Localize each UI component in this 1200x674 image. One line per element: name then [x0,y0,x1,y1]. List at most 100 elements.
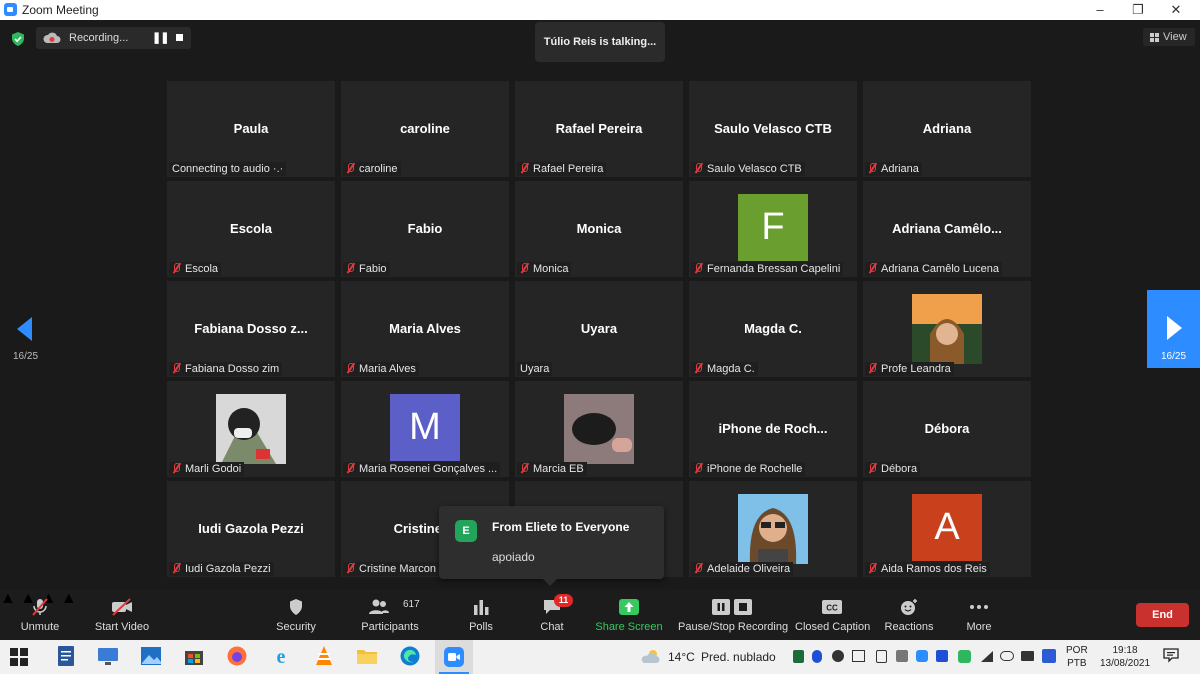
zoom-tray-icon[interactable] [916,650,928,662]
participants-button[interactable]: 617 Participants [355,590,425,640]
participant-tile[interactable]: Fabio Fabio [341,181,509,277]
chat-message: apoiado [492,550,535,564]
participant-tile[interactable]: Paula Connecting to audio ·.· [167,81,335,177]
tray-app-icon-5[interactable] [896,650,908,662]
previous-page-button[interactable]: 16/25 [0,290,50,370]
polls-button[interactable]: Polls [460,590,502,640]
participants-label: Participants [361,621,419,633]
microphone-muted-icon [346,163,355,173]
battery-icon[interactable] [1000,651,1014,661]
participant-name-label: Aida Ramos dos Reis [865,562,990,576]
participant-name-label: Adriana Camêlo Lucena [865,262,1003,276]
view-button[interactable]: View [1143,28,1195,46]
file-explorer-icon[interactable] [356,645,378,667]
participant-tile[interactable]: Monica Monica [515,181,683,277]
microphone-muted-icon [694,263,703,273]
participant-tile[interactable]: Rafael Pereira Rafael Pereira [515,81,683,177]
participant-name-label: Fernanda Bressan Capelini [691,262,844,276]
weather-temperature[interactable]: 14°C [668,650,695,664]
more-button[interactable]: More [955,590,1003,640]
closed-caption-button[interactable]: CC Closed Caption [795,590,870,640]
photos-icon[interactable] [140,645,162,667]
speaker-icon[interactable] [1021,651,1034,661]
participant-tile[interactable]: Débora Débora [863,381,1031,477]
participants-icon [369,599,389,614]
edge-icon[interactable] [399,645,421,667]
windows-start-icon[interactable] [10,648,28,666]
weather-description[interactable]: Pred. nublado [701,650,776,664]
weather-cloud-icon[interactable] [640,648,662,666]
participant-display-name: Paula [233,121,269,136]
unmute-button[interactable]: Unmute [10,590,70,640]
participant-tile[interactable]: Adriana Camêlo... Adriana Camêlo Lucena [863,181,1031,277]
tray-app-icon-6[interactable] [936,650,948,662]
participant-tile[interactable]: Profe Leandra [863,281,1031,377]
participant-name-text: Uyara [520,363,550,375]
participant-name-label: Fabio [343,262,390,276]
participant-tile[interactable]: Saulo Velasco CTB Saulo Velasco CTB [689,81,857,177]
participant-tile[interactable]: M Maria Rosenei Gonçalves ... [341,381,509,477]
participant-tile[interactable]: Uyara Uyara [515,281,683,377]
tray-app-icon-7[interactable] [958,650,971,663]
participant-name-label: Magda C. [691,362,758,376]
zoom-taskbar-item[interactable] [435,640,473,674]
arrow-left-icon [17,317,32,341]
next-page-button[interactable]: 16/25 [1147,290,1200,368]
participant-tile[interactable]: iPhone de Roch... iPhone de Rochelle [689,381,857,477]
participant-name-label: Monica [517,262,572,276]
remote-desktop-icon[interactable] [97,645,119,667]
minimize-button[interactable]: – [1080,0,1120,20]
stop-recording-icon[interactable] [176,34,183,41]
participant-grid: Paula Connecting to audio ·.· caroline caro… [167,81,1033,578]
pause-recording-icon[interactable]: ❚❚ [152,31,169,44]
participant-tile[interactable]: caroline caroline [341,81,509,177]
bluetooth-icon[interactable] [812,650,822,663]
participant-name-text: Débora [881,463,918,475]
internet-explorer-icon[interactable]: e [270,645,292,667]
security-button[interactable]: Security [266,590,326,640]
participant-tile[interactable]: Magda C. Magda C. [689,281,857,377]
svg-text:CC: CC [826,604,838,613]
participant-name-text: Cristine Marcon [359,563,437,575]
participant-tile[interactable]: A Aida Ramos dos Reis [863,481,1031,577]
tray-app-icon-4[interactable] [876,650,887,663]
participant-tile[interactable]: Escola Escola [167,181,335,277]
vlc-icon[interactable] [313,645,335,667]
start-video-button[interactable]: Start Video [90,590,154,640]
reactions-button[interactable]: Reactions [880,590,938,640]
chat-notification-popup[interactable]: E From Eliete to Everyone apoiado [439,506,664,586]
tray-app-icon-2[interactable] [832,650,844,662]
system-clock[interactable]: 19:18 13/08/2021 [1096,644,1154,670]
word-document-icon[interactable] [55,645,77,667]
tray-app-icon-8[interactable] [1042,649,1056,663]
participant-tile[interactable]: Fabiana Dosso z... Fabiana Dosso zim [167,281,335,377]
participant-tile[interactable]: Iudi Gazola Pezzi Iudi Gazola Pezzi [167,481,335,577]
store-icon[interactable] [183,645,205,667]
encryption-shield-icon[interactable] [11,32,25,46]
close-button[interactable]: ✕ [1156,0,1196,20]
notification-center-icon[interactable] [1163,647,1179,663]
end-meeting-button[interactable]: End [1136,603,1189,627]
clock-date: 13/08/2021 [1099,658,1151,669]
firefox-icon[interactable] [226,645,248,667]
microphone-muted-icon [346,363,355,373]
microphone-muted-icon [868,463,877,473]
wifi-icon[interactable] [980,650,994,663]
tray-app-icon-1[interactable] [793,650,804,663]
participant-name-text: Adelaide Oliveira [707,563,791,575]
participant-tile[interactable]: Marcia EB [515,381,683,477]
participant-tile[interactable]: F Fernanda Bressan Capelini [689,181,857,277]
restore-button[interactable]: ❐ [1118,0,1158,20]
chat-label: Chat [540,621,564,633]
pause-stop-recording-button[interactable]: Pause/Stop Recording [678,590,788,640]
participant-name-text: Fabio [359,263,387,275]
tray-app-icon-3[interactable] [852,650,865,662]
share-screen-button[interactable]: Share Screen [595,590,663,640]
cloud-recording-icon [43,32,61,43]
participant-name-text: Maria Alves [359,363,416,375]
participant-tile[interactable]: Maria Alves Maria Alves [341,281,509,377]
participant-tile[interactable]: Marli Godoi [167,381,335,477]
participant-tile[interactable]: Adriana Adriana [863,81,1031,177]
input-language-indicator[interactable]: POR PTB [1066,644,1088,670]
participant-tile[interactable]: Adelaide Oliveira [689,481,857,577]
